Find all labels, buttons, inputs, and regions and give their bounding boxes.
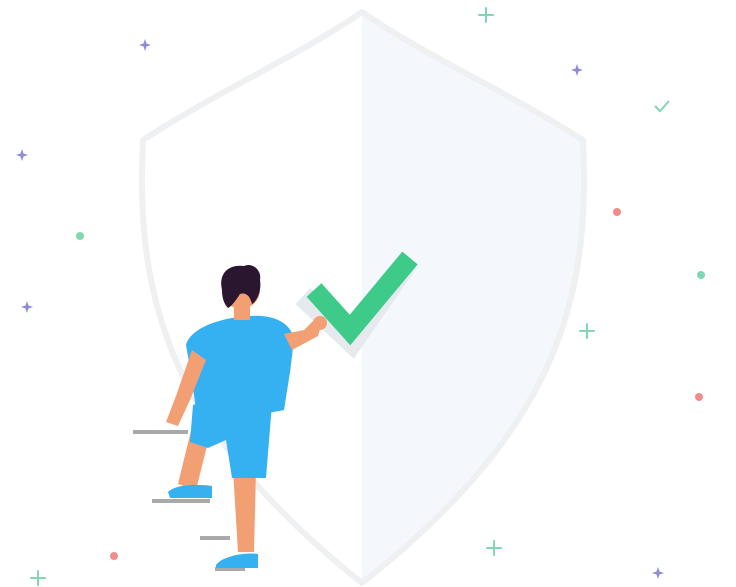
step-icon	[200, 536, 230, 540]
dot-icon	[697, 271, 705, 279]
sparkle-icon	[571, 64, 583, 76]
sparkle-icon	[652, 567, 664, 579]
small-check-icon	[654, 100, 670, 113]
person-back-shoe	[168, 484, 212, 498]
person-front-shoe	[216, 553, 258, 568]
dot-icon	[613, 208, 621, 216]
security-illustration	[16, 7, 705, 586]
sparkle-icon	[579, 323, 595, 339]
person-front-leg	[233, 470, 256, 552]
step-icon	[152, 499, 210, 503]
sparkle-icon	[30, 570, 46, 586]
sparkle-icon	[139, 39, 151, 51]
dot-icon	[76, 232, 84, 240]
sparkle-icon	[478, 7, 494, 23]
person-hand	[313, 316, 327, 330]
dot-icon	[695, 393, 703, 401]
sparkle-icon	[16, 149, 28, 161]
sparkle-icon	[486, 540, 502, 556]
sparkle-icon	[21, 301, 33, 313]
dot-icon	[110, 552, 118, 560]
step-icon	[133, 430, 188, 434]
